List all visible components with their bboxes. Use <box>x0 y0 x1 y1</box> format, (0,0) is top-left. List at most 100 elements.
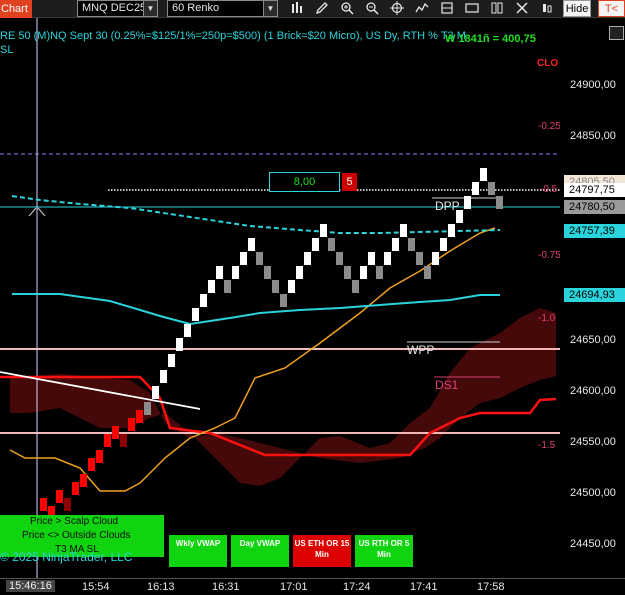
renko-brick <box>240 252 247 265</box>
renko-brick <box>104 434 111 447</box>
price-axis[interactable]: 24900,00 24850,00 24650,00 24600,00 2455… <box>560 18 625 578</box>
renko-brick <box>80 474 87 487</box>
renko-brick <box>296 266 303 279</box>
renko-brick <box>416 252 423 265</box>
renko-brick <box>392 238 399 251</box>
instrument-value: MNQ DEC25 <box>82 2 147 14</box>
cloud-status-text: Price <> Outside Clouds <box>22 530 131 541</box>
price-tick: 24500,00 <box>570 487 616 499</box>
renko-brick <box>144 402 151 415</box>
cyan-vwap-line <box>12 293 500 326</box>
wpp-label: WPP <box>407 343 435 357</box>
axis-toggle-icon[interactable] <box>609 26 624 40</box>
chart-panel[interactable]: RE 50 (M)NQ Sept 30 (0.25%=$125/1%=250p=… <box>0 18 561 578</box>
time-tick: 16:31 <box>212 581 240 593</box>
renko-brick <box>480 168 487 181</box>
renko-brick <box>272 280 279 293</box>
renko-brick <box>248 238 255 251</box>
draw-pencil-icon[interactable] <box>314 1 330 17</box>
crosshair-marker-icon <box>28 207 46 217</box>
price-tick: 24900,00 <box>570 79 616 91</box>
renko-brick <box>328 238 335 251</box>
wkly-vwap-button[interactable]: Wkly VWAP <box>169 535 227 567</box>
renko-brick <box>344 266 351 279</box>
indicators-icon[interactable] <box>414 1 430 17</box>
time-tick: 15:54 <box>82 581 110 593</box>
renko-brick <box>184 324 191 337</box>
price-tick: 24650,00 <box>570 334 616 346</box>
cloud-status-row: Price > Scalp Cloud <box>0 515 164 529</box>
renko-brick <box>88 458 95 471</box>
renko-brick <box>208 280 215 293</box>
renko-brick <box>256 252 263 265</box>
renko-brick <box>224 280 231 293</box>
data-box-icon[interactable] <box>464 1 480 17</box>
renko-brick <box>384 252 391 265</box>
renko-brick <box>152 386 159 399</box>
bar-type-value: 60 Renko <box>172 2 220 14</box>
chevron-down-icon[interactable]: ▼ <box>143 1 157 16</box>
bar-chart-icon[interactable] <box>289 1 305 17</box>
order-quantity-box[interactable]: 8,00 <box>269 172 340 192</box>
percent-label: -0.75 <box>538 250 561 261</box>
crosshair-icon[interactable] <box>389 1 405 17</box>
renko-brick <box>376 266 383 279</box>
renko-brick <box>280 294 287 307</box>
renko-brick <box>200 294 207 307</box>
renko-brick <box>232 266 239 279</box>
chart-tab[interactable]: Chart <box>0 0 32 18</box>
percent-label: -1.0 <box>538 313 556 324</box>
bar-type-selector[interactable]: 60 Renko ▼ <box>167 0 278 17</box>
last-price-flag: 24797,75 <box>564 183 625 197</box>
time-tick: 17:01 <box>280 581 308 593</box>
overlay-value: W 1841ñ = 400,75 <box>445 33 536 45</box>
renko-brick <box>112 426 119 439</box>
chart-style-icon[interactable] <box>539 1 555 17</box>
properties-icon[interactable] <box>514 1 530 17</box>
chart-trader-icon[interactable] <box>489 1 505 17</box>
renko-brick <box>352 280 359 293</box>
order-count-badge[interactable]: 5 <box>342 173 357 191</box>
renko-brick <box>136 410 143 423</box>
renko-brick <box>216 266 223 279</box>
zoom-out-icon[interactable] <box>364 1 380 17</box>
chart-info-line-2: SL <box>0 44 14 56</box>
renko-brick <box>432 252 439 265</box>
renko-brick <box>408 238 415 251</box>
renko-brick <box>288 280 295 293</box>
chevron-down-icon[interactable]: ▼ <box>263 1 277 16</box>
renko-brick <box>192 308 199 321</box>
time-axis[interactable]: 15:46:16 15:54 16:13 16:31 17:01 17:24 1… <box>0 578 625 595</box>
renko-brick <box>72 482 79 495</box>
renko-brick <box>464 196 471 209</box>
ds1-label: DS1 <box>435 378 459 392</box>
renko-brick <box>320 224 327 237</box>
renko-brick <box>336 252 343 265</box>
cyan-dashed-price-flag: 24757,39 <box>564 224 625 238</box>
renko-brick <box>400 224 407 237</box>
hide-button[interactable]: Hide <box>563 0 591 17</box>
zoom-in-icon[interactable] <box>339 1 355 17</box>
price-flag-level: 24780,50 <box>564 200 625 214</box>
percent-label: -1.5 <box>538 440 556 451</box>
price-tick: 24850,00 <box>570 130 616 142</box>
renko-brick <box>176 338 183 351</box>
renko-brick <box>160 370 167 383</box>
renko-brick <box>168 354 175 367</box>
renko-brick <box>368 252 375 265</box>
us-eth-or-button[interactable]: US ETH OR 15 Min <box>293 535 351 567</box>
percent-label: -0.5 <box>540 184 558 195</box>
instrument-selector[interactable]: MNQ DEC25 ▼ <box>77 0 158 17</box>
cyan-dashed-line <box>11 195 501 234</box>
cloud-status-text: Price > Scalp Cloud <box>30 516 119 527</box>
us-rth-or-button[interactable]: US RTH OR 5 Min <box>355 535 413 567</box>
day-vwap-button[interactable]: Day VWAP <box>231 535 289 567</box>
cyan-vwap-price-flag: 24694,93 <box>564 288 625 302</box>
renko-brick <box>448 224 455 237</box>
renko-brick <box>40 498 47 511</box>
toggle-button[interactable]: T< <box>598 0 625 17</box>
renko-brick <box>56 490 63 503</box>
dpp-label: DPP <box>435 199 460 213</box>
renko-brick <box>472 182 479 195</box>
strategies-icon[interactable] <box>439 1 455 17</box>
